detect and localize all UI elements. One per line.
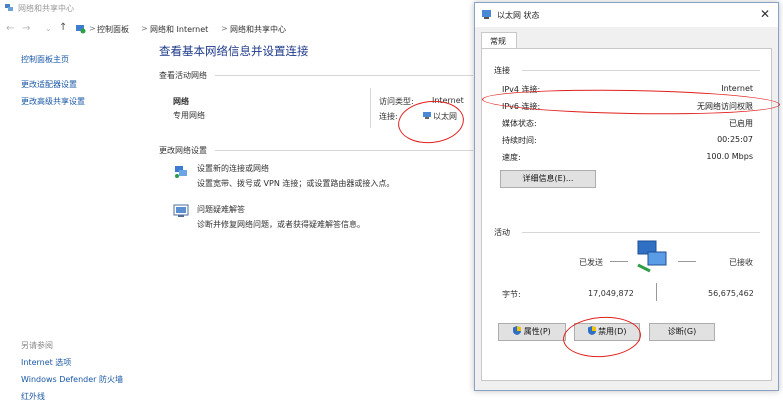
breadcrumb-item-network-center[interactable]: 网络和共享中心	[230, 24, 286, 35]
control-panel-icon	[76, 25, 86, 34]
duration-label: 持续时间:	[502, 136, 537, 145]
sidebar-item-control-panel-home[interactable]: 控制面板主页	[21, 54, 69, 65]
received-label: 已接收	[729, 258, 753, 267]
back-arrow-icon[interactable]: ←	[6, 23, 14, 34]
new-connection-link[interactable]: 设置新的连接或网络	[197, 163, 269, 174]
network-activity-icon	[637, 240, 667, 273]
divider	[215, 75, 473, 76]
group-divider	[522, 70, 760, 71]
new-connection-desc: 设置宽带、拨号或 VPN 连接；或设置路由器或接入点。	[197, 179, 395, 188]
breadcrumb-item-network-internet[interactable]: 网络和 Internet	[150, 24, 208, 35]
see-also-internet-options[interactable]: Internet 选项	[21, 357, 71, 368]
media-state-label: 媒体状态:	[502, 119, 537, 128]
troubleshoot-desc: 诊断并修复网络问题，或者获得疑难解答信息。	[197, 220, 365, 229]
sidebar-item-advanced-sharing[interactable]: 更改高级共享设置	[21, 96, 85, 107]
connection-group-label: 连接	[494, 66, 510, 75]
connections-label: 连接:	[379, 112, 398, 121]
close-icon[interactable]: ✕	[760, 7, 770, 21]
breadcrumb-item-control-panel[interactable]: 控制面板	[97, 24, 129, 35]
up-arrow-icon[interactable]: ↑	[59, 22, 67, 33]
ipv4-value: Internet	[721, 84, 753, 93]
bytes-received: 56,675,462	[708, 289, 754, 298]
tab-general[interactable]: 常规	[481, 32, 517, 49]
dropdown-chevron-icon[interactable]: ⌄	[45, 24, 52, 33]
network-center-icon	[5, 4, 13, 11]
troubleshoot-icon	[173, 204, 189, 217]
bytes-sent: 17,049,872	[588, 289, 634, 298]
troubleshoot-link[interactable]: 问题疑难解答	[197, 204, 245, 215]
see-also-firewall[interactable]: Windows Defender 防火墙	[21, 374, 123, 385]
bytes-divider	[656, 283, 657, 301]
sent-label: 已发送	[579, 258, 603, 267]
network-name: 网络	[173, 97, 189, 106]
active-networks-label: 查看活动网络	[159, 71, 207, 80]
change-settings-label: 更改网络设置	[159, 146, 207, 155]
network-type: 专用网络	[173, 111, 205, 120]
page-title: 查看基本网络信息并设置连接	[159, 44, 309, 58]
details-button[interactable]: 详细信息(E)...	[500, 170, 596, 188]
speed-label: 速度:	[502, 153, 521, 162]
see-also-title: 另请参阅	[21, 341, 53, 350]
diagnose-button[interactable]: 诊断(G)	[649, 323, 715, 341]
access-type-label: 访问类型:	[379, 97, 414, 106]
properties-button[interactable]: 属性(P)	[498, 323, 566, 341]
window-title: 网络和共享中心	[18, 4, 74, 13]
sidebar-item-change-adapter[interactable]: 更改适配器设置	[21, 79, 77, 90]
dialog-titlebar: 以太网 状态 ✕	[475, 3, 778, 27]
group-divider	[522, 232, 760, 233]
shield-icon	[513, 326, 522, 335]
breadcrumb-separator: >	[89, 24, 96, 33]
received-line	[678, 261, 696, 262]
media-state-value: 已启用	[729, 119, 753, 128]
speed-value: 100.0 Mbps	[706, 152, 753, 161]
divider	[215, 150, 473, 151]
tab-general-label: 常规	[490, 37, 506, 46]
ethernet-adapter-icon	[482, 10, 491, 19]
see-also-infrared[interactable]: 红外线	[21, 391, 45, 402]
duration-value: 00:25:07	[717, 135, 753, 144]
vertical-divider	[370, 88, 371, 128]
properties-label: 属性(P)	[523, 327, 551, 336]
bytes-label: 字节:	[502, 290, 521, 299]
forward-arrow-icon[interactable]: →	[22, 23, 30, 34]
dialog-title: 以太网 状态	[497, 11, 540, 20]
sent-line	[610, 261, 628, 262]
activity-group-label: 活动	[494, 228, 510, 237]
breadcrumb-separator: >	[141, 24, 148, 33]
new-connection-icon	[175, 166, 187, 178]
breadcrumb-separator: >	[221, 24, 228, 33]
